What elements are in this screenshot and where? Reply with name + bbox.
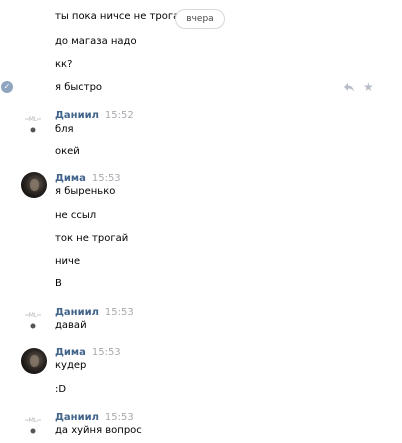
message-time[interactable]: 15:53 xyxy=(105,412,134,423)
message-text: окей xyxy=(55,146,80,157)
message-time[interactable]: 15:53 xyxy=(105,307,134,318)
message-text: до магаза надо xyxy=(55,36,137,47)
message-author: Дима 15:53 xyxy=(55,347,121,359)
chat-history: ты пока ничсе не трогай вчера до магаза … xyxy=(0,0,402,443)
message-text: я быстро xyxy=(55,82,103,93)
message-text: да хуйня вопрос xyxy=(55,425,142,436)
message-author: Даниил 15:53 xyxy=(55,307,134,319)
message-text: кудер xyxy=(55,360,87,371)
message-time[interactable]: 15:53 xyxy=(92,347,121,358)
message-author: Дима 15:53 xyxy=(55,173,121,185)
message-text: :D xyxy=(55,384,67,395)
message-text: В xyxy=(55,278,62,289)
message-author: Даниил 15:53 xyxy=(55,412,134,424)
avatar-label: ML xyxy=(29,116,38,123)
avatar-label: ML xyxy=(29,417,38,424)
message-text: бля xyxy=(55,124,74,135)
avatar[interactable] xyxy=(21,172,47,198)
message-text: ты пока ничсе не трогай xyxy=(55,11,186,22)
author-name[interactable]: Даниил xyxy=(55,307,99,318)
avatar[interactable] xyxy=(21,348,47,374)
read-check-icon[interactable]: ✓ xyxy=(1,81,13,93)
author-name[interactable]: Дима xyxy=(55,347,86,358)
message-text: я быренько xyxy=(55,186,116,197)
author-name[interactable]: Даниил xyxy=(55,110,99,121)
reply-icon[interactable] xyxy=(343,81,355,93)
avatar[interactable]: ML xyxy=(22,308,44,332)
message-author: Даниил 15:52 xyxy=(55,110,134,122)
message-text: кк? xyxy=(55,59,73,70)
date-divider[interactable]: вчера xyxy=(175,9,225,29)
message-time[interactable]: 15:52 xyxy=(105,110,134,121)
avatar-label: ML xyxy=(29,312,38,319)
message-text: не ссыл xyxy=(55,210,97,221)
avatar[interactable]: ML xyxy=(22,413,44,437)
message-time[interactable]: 15:53 xyxy=(92,173,121,184)
star-icon[interactable]: ★ xyxy=(363,80,374,94)
message-text: давай xyxy=(55,320,87,331)
avatar[interactable]: ML xyxy=(22,112,44,136)
author-name[interactable]: Дима xyxy=(55,173,86,184)
author-name[interactable]: Даниил xyxy=(55,412,99,423)
message-text: ниче xyxy=(55,256,81,267)
message-text: ток не трогай xyxy=(55,233,129,244)
